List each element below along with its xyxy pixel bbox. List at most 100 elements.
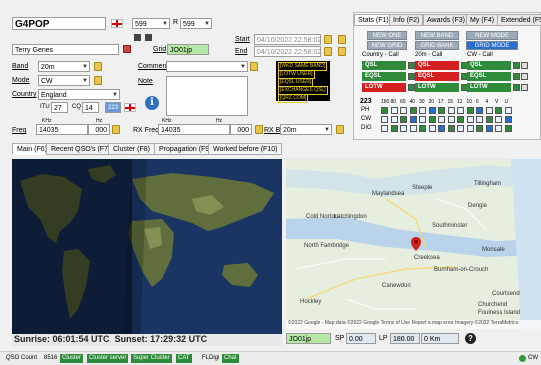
band-cell	[466, 107, 474, 114]
band-cell	[390, 125, 398, 132]
sp-input[interactable]: 0.00	[346, 333, 376, 344]
band-cell	[419, 107, 426, 114]
map-town-label: Courtsend	[492, 291, 520, 297]
stat-indicator-icon	[408, 73, 415, 80]
rst-sent-input[interactable]: 599 ▼	[132, 18, 170, 29]
lock-icon[interactable]	[250, 62, 258, 71]
band-label: Band	[12, 63, 29, 70]
lock-icon[interactable]	[94, 62, 102, 71]
name-input[interactable]: Terry Genes	[12, 44, 119, 55]
greyline-map[interactable]: Sunrise: 06:01:54 UTC Sunset: 17:29:32 U…	[12, 159, 282, 346]
stats-button-0[interactable]: NEW ONE	[367, 31, 407, 40]
end-input[interactable]: 04/10/2022 22:58:02	[254, 46, 321, 57]
rx-band-select[interactable]: 20m ▼	[280, 124, 332, 135]
band-cell	[466, 116, 474, 123]
band-cell	[438, 125, 445, 132]
distance-input[interactable]: 0 Km	[421, 333, 459, 344]
band-cell	[485, 125, 493, 132]
england-flag-icon	[111, 19, 123, 28]
tab-stats-0[interactable]: Stats (F1)	[354, 14, 393, 26]
band-header-label: 40	[409, 99, 416, 105]
band-cell	[485, 116, 493, 123]
band-row-label: DIG	[361, 125, 372, 131]
band-cell	[390, 116, 398, 123]
mode-select[interactable]: CW ▼	[38, 75, 90, 86]
qsl-tags-panel: [WKD SAME BAND] [LOTW USER] [EQSL USER] [EX…	[276, 61, 330, 103]
help-icon[interactable]: ?	[465, 333, 476, 344]
band-header-label: 12	[457, 99, 463, 105]
lp-input[interactable]: 180.00	[390, 333, 420, 344]
note-input[interactable]	[166, 76, 248, 116]
edit-icon[interactable]	[123, 45, 131, 53]
status-button-cluster[interactable]: Cluster	[60, 354, 84, 363]
country-label: Country	[12, 91, 37, 98]
stat-indicator-icon	[513, 73, 520, 80]
map-town-label: Foulness Island	[478, 310, 521, 316]
tab-stats-2[interactable]: Awards (F3)	[423, 14, 469, 26]
lock-icon[interactable]	[324, 47, 332, 56]
tab-bottom-2[interactable]: Cluster (F8)	[108, 143, 155, 155]
stats-grid-button-1[interactable]: GRID BANK	[415, 41, 459, 50]
lock-icon[interactable]	[338, 47, 346, 56]
start-input[interactable]: 04/10/2022 22:58:02	[254, 34, 321, 45]
comment-input[interactable]: ▼	[166, 61, 248, 72]
status-button-cat[interactable]: CAT	[176, 354, 192, 363]
band-select[interactable]: 20m ▼	[38, 61, 90, 72]
map-town-label: Monsale	[482, 247, 505, 253]
qso-count-value: 8516	[44, 355, 58, 361]
small-square-icon[interactable]	[145, 34, 152, 41]
lock-icon[interactable]	[94, 76, 102, 85]
country-select[interactable]: England ▼	[38, 89, 120, 100]
map-grid-input[interactable]: JO01jp	[286, 333, 331, 344]
lock-icon[interactable]	[255, 125, 263, 134]
stat-indicator-icon	[408, 84, 415, 91]
rst-rcvd-input[interactable]: 599 ▼	[180, 18, 212, 29]
band-header-label: V	[495, 99, 499, 105]
band-cell	[495, 116, 502, 123]
stats-button-2[interactable]: NEW MODE	[466, 31, 518, 40]
band-cell	[428, 125, 436, 132]
locator-map[interactable]: Steeple Tillingham Maylandsea Dengie Cold No…	[286, 159, 541, 329]
lock-icon[interactable]	[324, 35, 332, 44]
stats-grid-button-2[interactable]: GRID MODE	[466, 41, 518, 50]
tab-bottom-4[interactable]: Worked before (F10)	[208, 143, 283, 155]
england-flag-icon	[124, 103, 136, 112]
tab-stats-1[interactable]: Info (F2)	[389, 14, 424, 26]
freq-khz-input[interactable]: 14035	[36, 124, 88, 135]
stats-grid-button-0[interactable]: NEW GRID	[367, 41, 407, 50]
band-cell	[428, 107, 436, 114]
comment-label: Comment	[138, 63, 169, 70]
freq-hz-input[interactable]: 000	[88, 124, 110, 135]
band-cell	[447, 125, 455, 132]
itu-input[interactable]: 27	[51, 102, 68, 113]
map-town-label: Latchingdon	[334, 214, 367, 220]
lock-icon[interactable]	[112, 125, 120, 134]
rx-freq-khz-input[interactable]: 14035	[158, 124, 230, 135]
stat-qsl-0: QSL	[362, 61, 406, 70]
sunset-text: Sunset: 17:29:32 UTC	[114, 334, 208, 344]
cq-input[interactable]: 14	[82, 102, 99, 113]
band-cell	[438, 116, 445, 123]
grid-input[interactable]: JO01jp	[167, 44, 209, 55]
band-cell	[495, 107, 502, 114]
status-button-super-cluster[interactable]: Super Cluster	[131, 354, 172, 363]
band-cell	[476, 107, 483, 114]
status-button-chat[interactable]: Chat	[222, 354, 239, 363]
world-map-graphic	[12, 159, 282, 346]
lock-icon[interactable]	[336, 125, 344, 134]
band-header-label: 10	[466, 99, 473, 105]
note-label: Note	[138, 78, 153, 85]
tab-stats-4[interactable]: Extended (F5	[497, 14, 541, 26]
info-icon[interactable]: i	[145, 96, 159, 110]
lock-icon[interactable]	[338, 35, 346, 44]
small-square-icon[interactable]	[134, 34, 141, 41]
callsign-input[interactable]: G4POP	[12, 17, 106, 30]
stats-button-1[interactable]: NEW BAND	[415, 31, 459, 40]
start-label: Start	[235, 36, 250, 43]
chevron-down-icon: ▼	[112, 92, 118, 98]
status-button-cluster-server[interactable]: Cluster server	[87, 354, 129, 363]
tab-bottom-1[interactable]: Recent QSO's (F7)	[46, 143, 116, 155]
tab-stats-3[interactable]: My (F4)	[466, 14, 499, 26]
status-button-fldigi[interactable]: FLDigi	[200, 354, 221, 363]
rx-freq-hz-input[interactable]: 000	[230, 124, 252, 135]
